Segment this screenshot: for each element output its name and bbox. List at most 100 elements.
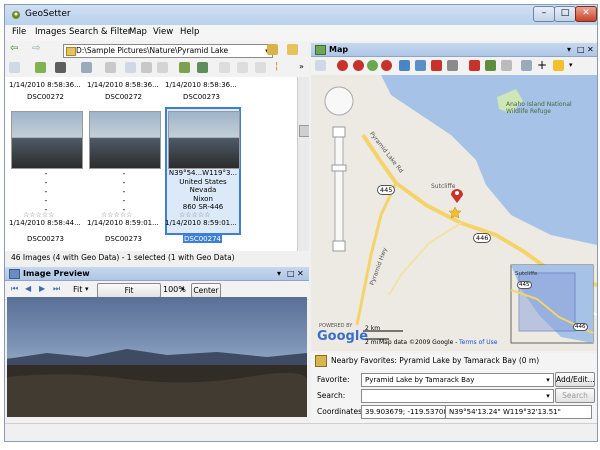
center-button[interactable]: Center <box>191 283 221 298</box>
flag-icon[interactable] <box>431 60 442 71</box>
minimap-sutcliffe-label: Sutcliffe <box>515 271 538 277</box>
search-button[interactable]: Search <box>555 388 595 403</box>
preview-title: Image Preview <box>23 269 90 278</box>
rating-stars[interactable]: ☆☆☆☆☆ <box>101 211 132 219</box>
last-icon[interactable]: ⏭ <box>53 284 60 294</box>
map-edit-icon[interactable] <box>179 62 190 73</box>
users-icon[interactable] <box>267 44 278 55</box>
tool3-icon[interactable] <box>255 62 266 73</box>
marker-red-icon[interactable] <box>381 60 392 71</box>
map-view-icon[interactable] <box>315 60 326 71</box>
first-icon[interactable]: ⏮ <box>11 284 18 294</box>
rating-stars[interactable]: ☆☆☆☆☆ <box>23 211 54 219</box>
thumb-filename[interactable]: DSC00273 <box>105 235 142 243</box>
overflow-icon[interactable]: » <box>299 62 304 71</box>
paste-icon[interactable] <box>141 62 152 73</box>
sort-icon[interactable] <box>105 62 116 73</box>
thumb-date: 1/14/2010 8:59:01... <box>165 219 237 227</box>
scrollbar-thumb[interactable] <box>299 125 309 137</box>
document-icon[interactable] <box>157 62 168 73</box>
geosetter-window: GeoSetter – □ ✕ File Images Search & Fil… <box>4 4 598 442</box>
close-button[interactable]: ✕ <box>575 6 597 22</box>
chevron-down-icon[interactable]: ▾ <box>569 61 573 69</box>
map-canvas[interactable]: Anaho Island National Wildlife Refuge 44… <box>311 75 597 351</box>
menu-search-filter[interactable]: Search & Filter <box>69 27 131 37</box>
camera-icon[interactable] <box>55 62 66 73</box>
refresh-icon[interactable] <box>35 62 46 73</box>
preview-landscape <box>7 349 307 417</box>
thumb-filename[interactable]: DSC00273 <box>183 93 220 101</box>
info-icon[interactable]: ¦ <box>275 61 278 72</box>
refuge-label: Anaho Island National Wildlife Refuge <box>506 101 572 115</box>
search-map-icon[interactable] <box>447 60 458 71</box>
prev-icon[interactable]: ◀ <box>25 284 31 293</box>
image-thumbnail[interactable] <box>168 111 240 169</box>
favorite-combo[interactable]: Pyramid Lake by Tamarack Bay ▾ <box>361 373 554 387</box>
window-title: GeoSetter <box>25 9 71 19</box>
image-thumbnail[interactable] <box>89 111 161 169</box>
arrow-icon[interactable] <box>501 60 512 71</box>
chevron-down-icon[interactable]: ▾ <box>85 285 89 293</box>
path-text: D:\Sample Pictures\Nature\Pyramid Lake <box>76 46 229 55</box>
add-edit-button[interactable]: Add/Edit... <box>555 372 595 387</box>
panel-float-icon[interactable]: □ <box>577 43 585 56</box>
menu-help[interactable]: Help <box>180 27 199 37</box>
panel-close-icon[interactable]: ✕ <box>587 43 594 56</box>
copy-icon[interactable] <box>125 62 136 73</box>
back-arrow-icon[interactable]: ⇦ <box>10 43 18 54</box>
menu-view[interactable]: View <box>153 27 173 37</box>
no-geo-placeholder: ----- <box>44 169 48 214</box>
route-icon[interactable] <box>399 60 410 71</box>
marker-add-icon[interactable] <box>353 60 364 71</box>
fit-automatically-button[interactable]: Fit Automatically <box>97 283 161 308</box>
rating-stars[interactable]: ☆☆☆☆☆ <box>179 211 210 219</box>
image-thumbnail[interactable] <box>11 111 83 169</box>
tree-icon[interactable] <box>197 62 208 73</box>
image-toolbar: ¦ » <box>5 59 309 78</box>
terms-link[interactable]: Terms of Use <box>459 339 497 346</box>
marker-icon[interactable] <box>337 60 348 71</box>
filter-icon[interactable] <box>81 62 92 73</box>
chevron-down-icon[interactable]: ▾ <box>181 285 185 293</box>
scrollbar[interactable] <box>297 77 309 251</box>
tool2-icon[interactable] <box>237 62 248 73</box>
scale-mi: 2 mi <box>365 339 379 346</box>
view-icon[interactable] <box>9 62 20 73</box>
menu-map[interactable]: Map <box>129 27 147 37</box>
track-icon[interactable] <box>415 60 426 71</box>
panel-menu-icon[interactable]: ▾ <box>567 43 571 56</box>
coordinates-dms-field[interactable]: N39°54'13.24" W119°32'13.51" <box>445 405 592 419</box>
menu-file[interactable]: File <box>12 27 26 37</box>
panel-close-icon[interactable]: ✕ <box>297 267 304 280</box>
marker-green-icon[interactable] <box>367 60 378 71</box>
fit-dropdown[interactable]: Fit <box>73 285 82 294</box>
menu-images[interactable]: Images <box>35 27 66 37</box>
chevron-down-icon[interactable]: ▾ <box>543 374 553 386</box>
coordinates-decimal-field[interactable]: 39.903679; -119.537086 <box>361 405 446 419</box>
maximize-button[interactable]: □ <box>554 6 576 22</box>
favorite-star-icon[interactable] <box>553 60 564 71</box>
google-logo[interactable]: Google <box>317 329 368 344</box>
thumb-filename[interactable]: DSC00274 <box>183 235 222 243</box>
tool-icon[interactable] <box>219 62 230 73</box>
coordinates-dms: N39°54'13.24" W119°32'13.51" <box>449 408 561 416</box>
person-icon[interactable] <box>485 60 496 71</box>
thumb-filename[interactable]: DSC00273 <box>27 235 64 243</box>
geo-country: United States <box>179 177 227 186</box>
chevron-down-icon[interactable]: ▾ <box>543 390 553 402</box>
scale-km: 2 km <box>365 325 381 332</box>
geo-lat: N39°54... <box>168 169 203 177</box>
forward-arrow-icon[interactable]: ⇨ <box>32 43 40 54</box>
folder-open-icon[interactable] <box>287 44 298 55</box>
panel-menu-icon[interactable]: ▾ <box>277 267 281 280</box>
pin-icon[interactable] <box>469 60 480 71</box>
next-icon[interactable]: ▶ <box>39 284 45 293</box>
crosshair-icon[interactable]: + <box>537 58 547 72</box>
thumb-filename[interactable]: DSC00272 <box>105 93 142 101</box>
path-combo[interactable]: D:\Sample Pictures\Nature\Pyramid Lake ▾ <box>63 44 273 58</box>
panel-float-icon[interactable]: □ <box>287 267 295 280</box>
search-input[interactable]: ▾ <box>361 389 554 403</box>
minimize-button[interactable]: – <box>533 6 555 22</box>
thumb-filename[interactable]: DSC00272 <box>27 93 64 101</box>
comment-icon[interactable] <box>521 60 532 71</box>
